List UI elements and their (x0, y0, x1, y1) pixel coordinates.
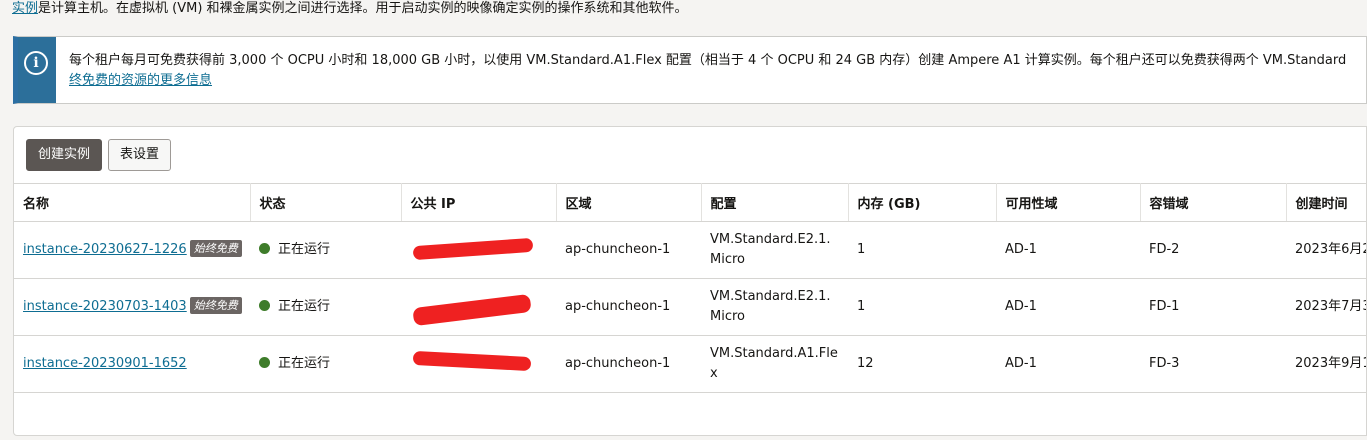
status-cell: 正在运行 (250, 221, 401, 279)
table-row: instance-20230703-1403 始终免费 正在运行 ap-chunc… (14, 278, 1366, 336)
table-row: instance-20230901-1652 正在运行 ap-chuncheon… (14, 335, 1366, 393)
shape-line-1: VM.Standard.E2.1. (710, 289, 831, 304)
table-header-row: 名称 状态 公共 IP 区域 配置 内存 (GB) 可用性域 容错域 创建时间 (14, 183, 1366, 222)
memory-cell: 1 (848, 221, 996, 279)
created-cell: 2023年7月3 (1286, 278, 1366, 336)
create-instance-button[interactable]: 创建实例 (26, 139, 103, 171)
column-header-fault-domain[interactable]: 容错域 (1140, 183, 1287, 222)
fault-domain-cell: FD-1 (1140, 278, 1286, 336)
instance-name-cell: instance-20230901-1652 (14, 335, 250, 393)
info-icon: i (24, 51, 48, 75)
notice-text: 每个租户每月可免费获得前 3,000 个 OCPU 小时和 18,000 GB … (69, 51, 1366, 91)
column-header-created[interactable]: 创建时间 (1286, 183, 1366, 222)
shape-cell: VM.Standard.E2.1. Micro (701, 221, 848, 279)
memory-cell: 12 (848, 335, 996, 393)
shape-cell: VM.Standard.E2.1. Micro (701, 278, 848, 336)
created-cell: 2023年9月1 (1286, 335, 1366, 393)
public-ip-cell (401, 221, 556, 279)
table-settings-button[interactable]: 表设置 (108, 139, 172, 171)
column-header-shape[interactable]: 配置 (701, 183, 849, 222)
always-free-badge: 始终免费 (189, 240, 242, 257)
status-text: 正在运行 (278, 356, 331, 371)
status-text: 正在运行 (278, 299, 331, 314)
column-header-name[interactable]: 名称 (14, 183, 251, 222)
memory-cell: 1 (848, 278, 996, 336)
column-header-memory[interactable]: 内存 (GB) (848, 183, 997, 222)
status-cell: 正在运行 (250, 335, 401, 393)
page-description-text: 是计算主机。在虚拟机 (VM) 和裸金属实例之间进行选择。用于启动实例的映像确定… (38, 1, 688, 16)
region-cell: ap-chuncheon-1 (556, 278, 701, 336)
region-cell: ap-chuncheon-1 (556, 221, 701, 279)
status-cell: 正在运行 (250, 278, 401, 336)
public-ip-cell (401, 335, 556, 393)
table-row: instance-20230627-1226 始终免费 正在运行 ap-chunc… (14, 221, 1366, 279)
instance-name-cell: instance-20230703-1403 始终免费 (14, 278, 250, 336)
shape-line-2: Micro (710, 309, 745, 324)
shape-line-1: VM.Standard.E2.1. (710, 232, 831, 247)
instance-name-link[interactable]: instance-20230627-1226 (23, 242, 187, 257)
instances-panel: 创建实例 表设置 名称 状态 公共 IP 区域 配置 内存 (GB) 可用性域 容… (13, 126, 1367, 436)
page-description: 实例是计算主机。在虚拟机 (VM) 和裸金属实例之间进行选择。用于启动实例的映像… (12, 0, 688, 18)
created-cell: 2023年6月2 (1286, 221, 1366, 279)
instance-name-cell: instance-20230627-1226 始终免费 (14, 221, 250, 279)
shape-line-1: VM.Standard.A1.Fle (710, 346, 838, 361)
shape-line-2: Micro (710, 252, 745, 267)
fault-domain-cell: FD-2 (1140, 221, 1286, 279)
column-header-status[interactable]: 状态 (250, 183, 402, 222)
column-header-public-ip[interactable]: 公共 IP (401, 183, 557, 222)
availability-domain-cell: AD-1 (996, 335, 1140, 393)
free-tier-notice: i 每个租户每月可免费获得前 3,000 个 OCPU 小时和 18,000 G… (13, 36, 1367, 104)
instances-help-link[interactable]: 实例 (12, 1, 38, 16)
instances-table: 名称 状态 公共 IP 区域 配置 内存 (GB) 可用性域 容错域 创建时间 … (14, 183, 1366, 393)
notice-line-1: 每个租户每月可免费获得前 3,000 个 OCPU 小时和 18,000 GB … (69, 53, 1347, 68)
region-cell: ap-chuncheon-1 (556, 335, 701, 393)
public-ip-cell (401, 278, 556, 336)
free-resources-link[interactable]: 终免费的资源的更多信息 (69, 73, 212, 88)
notice-strip: i (18, 37, 56, 103)
redacted-ip-mark (412, 293, 532, 327)
redacted-ip-mark (412, 237, 534, 261)
availability-domain-cell: AD-1 (996, 221, 1140, 279)
column-header-availability-domain[interactable]: 可用性域 (996, 183, 1141, 222)
status-running-icon (259, 243, 270, 254)
always-free-badge: 始终免费 (189, 297, 242, 314)
status-text: 正在运行 (278, 242, 331, 257)
column-header-region[interactable]: 区域 (556, 183, 702, 222)
instance-name-link[interactable]: instance-20230901-1652 (23, 356, 187, 371)
shape-line-2: x (710, 366, 718, 381)
fault-domain-cell: FD-3 (1140, 335, 1286, 393)
status-running-icon (259, 300, 270, 311)
redacted-ip-mark (412, 350, 532, 372)
instance-name-link[interactable]: instance-20230703-1403 (23, 299, 187, 314)
table-toolbar: 创建实例 表设置 (26, 139, 172, 171)
availability-domain-cell: AD-1 (996, 278, 1140, 336)
status-running-icon (259, 357, 270, 368)
shape-cell: VM.Standard.A1.Fle x (701, 335, 848, 393)
